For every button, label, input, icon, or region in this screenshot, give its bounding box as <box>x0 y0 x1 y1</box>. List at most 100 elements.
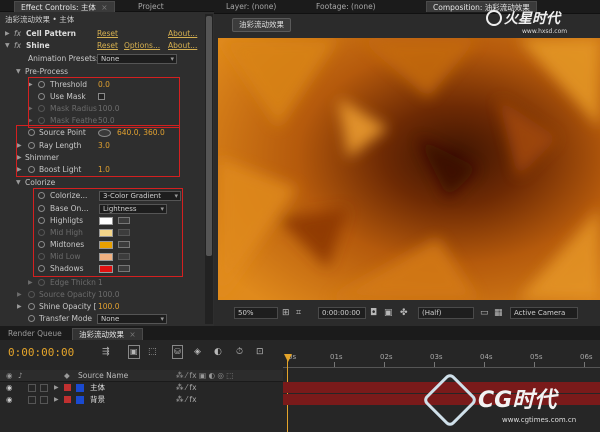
stopwatch-icon[interactable] <box>28 303 35 310</box>
layer-switches[interactable]: ⁂ ⁄ fx <box>176 394 197 406</box>
left-tab-bar: Effect Controls: 主体 × Project <box>0 0 214 12</box>
source-ray-highlight-box <box>16 125 180 177</box>
playhead-handle[interactable] <box>284 354 292 362</box>
layer-name[interactable]: 背景 <box>90 394 105 406</box>
fx-icon: fx <box>14 41 22 50</box>
expand-triangle-icon[interactable]: ▶ <box>28 277 33 289</box>
effect-row-cell-pattern[interactable]: ▶ fx Cell Pattern Reset About... <box>0 28 214 40</box>
collapse-triangle-icon[interactable]: ▼ <box>16 66 21 78</box>
colorize-highlight-box <box>33 188 183 277</box>
hide-shy-layers-icon[interactable]: ⛁ <box>172 345 183 359</box>
collapse-triangle-icon[interactable]: ▼ <box>5 40 10 52</box>
expand-triangle-icon[interactable]: ▶ <box>54 382 59 394</box>
effect-name: Cell Pattern <box>26 29 76 38</box>
scrollbar[interactable] <box>205 14 213 324</box>
ruler-tick <box>434 362 435 367</box>
label-color-swatch[interactable] <box>64 396 71 403</box>
current-time-display[interactable]: 0:00:00:00 <box>8 346 74 359</box>
frame-blending-icon[interactable]: ◈ <box>194 346 201 358</box>
mask-icon[interactable]: ⌗ <box>296 307 301 319</box>
pre-process-highlight-box <box>28 77 180 128</box>
cg-watermark-logo: CG时代 www.cgtimes.com.cn <box>421 371 600 432</box>
tab-render-queue[interactable]: Render Queue <box>2 328 68 340</box>
cg-logo-text: CG时代 <box>478 388 557 413</box>
stopwatch-icon[interactable] <box>28 291 35 298</box>
about-link[interactable]: About... <box>168 28 197 40</box>
eye-icon: ◉ <box>6 371 13 380</box>
clock-icon[interactable]: ⏱ <box>236 346 243 358</box>
edge-thickness-value[interactable]: 1 <box>98 277 103 289</box>
zoom-dropdown[interactable]: 50% <box>234 307 278 319</box>
transfer-mode-dropdown[interactable]: None <box>97 314 167 324</box>
options-link[interactable]: Options... <box>124 40 160 52</box>
lock-checkbox[interactable] <box>40 384 48 392</box>
shine-opacity-label: Shine Opacity [ <box>39 302 97 311</box>
close-icon[interactable]: × <box>101 3 107 12</box>
visibility-eye-icon[interactable]: ◉ <box>6 394 13 406</box>
animation-presets-dropdown[interactable]: None <box>97 54 177 64</box>
tab-layer[interactable]: Layer: (none) <box>220 1 282 12</box>
tab-footage[interactable]: Footage: (none) <box>310 1 382 12</box>
tab-composition-timeline[interactable]: 油彩流动效果 × <box>72 328 143 340</box>
source-opacity-label: Source Opacity <box>39 290 96 299</box>
ruler-tick <box>384 362 385 367</box>
composition-canvas[interactable] <box>218 38 600 300</box>
lock-checkbox[interactable] <box>40 396 48 404</box>
motion-blur-icon[interactable]: ◐ <box>214 346 222 358</box>
graph-editor-icon[interactable]: ⊡ <box>256 346 264 358</box>
draft-3d-icon[interactable]: ⬚ <box>148 346 157 358</box>
reset-link[interactable]: Reset <box>97 40 118 52</box>
watermark-emblem-icon <box>486 10 502 26</box>
cg-logo-emblem-icon <box>421 371 479 429</box>
stopwatch-icon[interactable] <box>28 315 35 322</box>
solo-checkbox[interactable] <box>28 396 36 404</box>
source-opacity-value[interactable]: 100.0 <box>98 289 119 301</box>
snapshot-icon[interactable]: ◘ <box>370 307 377 319</box>
scrollbar-thumb[interactable] <box>206 16 212 256</box>
expand-triangle-icon[interactable]: ▶ <box>17 289 22 301</box>
comp-mini-flowchart-icon[interactable]: ⇶ <box>102 346 110 358</box>
collapse-triangle-icon[interactable]: ▼ <box>16 177 21 189</box>
tab-project-label: Project <box>138 2 164 11</box>
visibility-eye-icon[interactable]: ◉ <box>6 382 13 394</box>
source-name-header[interactable]: Source Name <box>78 370 128 382</box>
viewer-timecode[interactable]: 0:00:00:00 <box>318 307 366 319</box>
ruler-label: 02s <box>380 353 393 361</box>
stopwatch-icon[interactable] <box>38 279 45 286</box>
about-link[interactable]: About... <box>168 40 197 52</box>
label-color-swatch[interactable] <box>64 384 71 391</box>
color-channels-icon[interactable]: ✤ <box>400 307 408 319</box>
tab-effect-controls[interactable]: Effect Controls: 主体 × <box>14 1 115 12</box>
live-update-icon[interactable]: ▣ <box>128 345 140 359</box>
composition-name-button[interactable]: 油彩流动效果 <box>232 18 291 32</box>
solo-checkbox[interactable] <box>28 384 36 392</box>
expand-triangle-icon[interactable]: ▶ <box>17 301 22 313</box>
expand-triangle-icon[interactable]: ▶ <box>54 394 59 406</box>
tab-composition-timeline-label: 油彩流动效果 <box>79 330 124 339</box>
ruler-tick <box>584 362 585 367</box>
transfer-mode-row: Transfer Mode None <box>0 313 214 325</box>
cg-logo-url: www.cgtimes.com.cn <box>502 416 577 424</box>
breadcrumb: 油彩流动效果 • 主体 <box>0 14 214 26</box>
tab-project[interactable]: Project <box>132 1 170 12</box>
breadcrumb-label: 油彩流动效果 • 主体 <box>5 15 75 24</box>
resolution-dropdown[interactable]: (Half) <box>418 307 474 319</box>
camera-dropdown[interactable]: Active Camera <box>510 307 578 319</box>
shine-opacity-value[interactable]: 100.0 <box>98 301 119 313</box>
ruler-tick <box>534 362 535 367</box>
layer-switches[interactable]: ⁂ ⁄ fx <box>176 382 197 394</box>
grid-icon[interactable]: ⊞ <box>282 307 290 319</box>
layer-type-icon <box>76 396 84 404</box>
effect-row-shine[interactable]: ▼ fx Shine Reset Options... About... <box>0 40 214 52</box>
region-of-interest-icon[interactable]: ▭ <box>480 307 489 319</box>
composition-viewer: Layer: (none) Footage: (none) Compositio… <box>214 0 600 326</box>
reset-link[interactable]: Reset <box>97 28 118 40</box>
edge-thickness-label: Edge Thickn <box>50 278 96 287</box>
show-snapshot-icon[interactable]: ▣ <box>384 307 393 319</box>
ruler-label: 03s <box>430 353 443 361</box>
close-icon[interactable]: × <box>129 330 135 339</box>
transparency-grid-icon[interactable]: ▦ <box>494 307 503 319</box>
expand-triangle-icon[interactable]: ▶ <box>5 28 10 40</box>
layer-name[interactable]: 主体 <box>90 382 105 394</box>
edge-thickness-row: ▶ Edge Thickn 1 <box>0 277 214 289</box>
